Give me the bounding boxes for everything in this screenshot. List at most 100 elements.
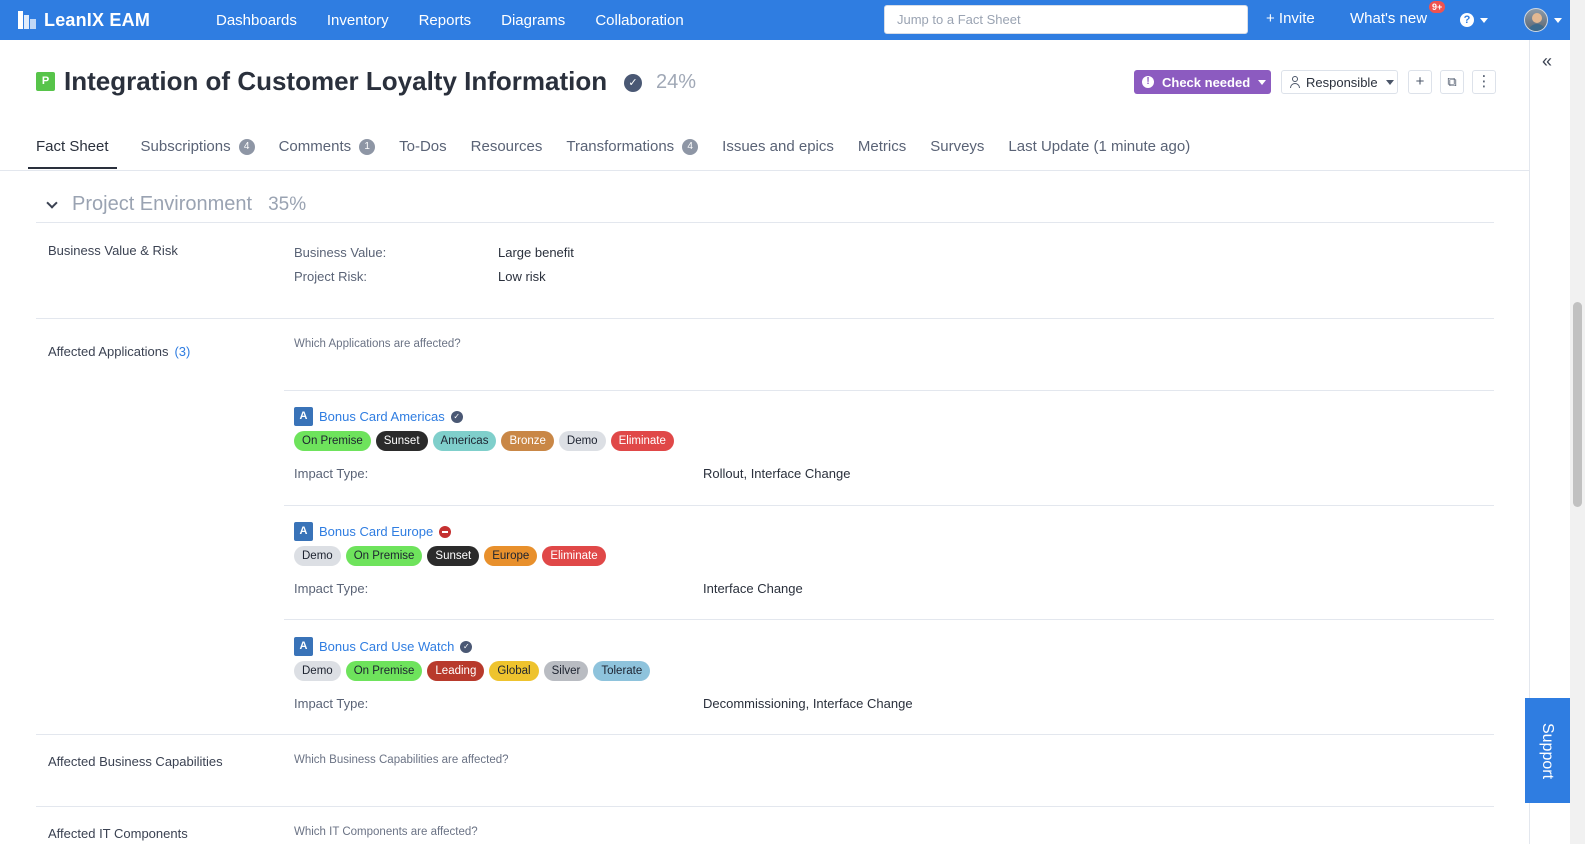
tag: Global [489,661,539,681]
nav-reports[interactable]: Reports [419,12,472,29]
scrollbar[interactable] [1570,0,1585,844]
tab-label: Issues and epics [722,138,834,155]
tab-comments[interactable]: Comments 1 [279,124,376,170]
section-title: Project Environment [72,193,253,215]
business-value-risk-label: Business Value & Risk [48,243,178,258]
tag: Eliminate [542,546,606,566]
avatar [1524,8,1548,32]
tag: Eliminate [610,431,674,451]
scrollbar-thumb[interactable] [1573,302,1582,507]
application-type-icon: A [294,637,313,656]
divider [284,505,1494,506]
impact-type-label: Impact Type: [294,581,369,596]
tab-count-badge: 4 [682,139,699,155]
section-project-environment-header[interactable]: Project Environment 35% [44,193,306,216]
divider [36,222,1494,223]
tag-list: On Premise Sunset Americas Bronze Demo E… [294,431,679,451]
tag: Demo [558,431,606,451]
nav-diagrams[interactable]: Diagrams [501,12,565,29]
tag: Sunset [427,546,480,566]
list-item: A Bonus Card Use Watch ✓ [294,637,473,656]
invite-button[interactable]: + Invite [1266,10,1315,27]
add-button[interactable]: + [1408,70,1432,94]
application-link[interactable]: Bonus Card Americas [319,409,445,424]
user-menu-button[interactable] [1524,8,1562,32]
tag: Demo [294,661,341,681]
blocked-icon [439,525,452,538]
tab-bar: Fact Sheet Subscriptions 4 Comments 1 To-D… [28,124,1214,170]
tag: On Premise [345,546,423,566]
fact-sheet-search-input[interactable]: Jump to a Fact Sheet [884,5,1248,34]
application-link[interactable]: Bonus Card Europe [319,524,433,539]
tab-metrics[interactable]: Metrics [858,124,906,170]
nav-collaboration[interactable]: Collaboration [595,12,683,29]
chevron-down-icon [1480,17,1488,23]
business-value-label: Business Value: [294,245,387,260]
tab-fact-sheet[interactable]: Fact Sheet [28,124,117,170]
whats-new-count-badge: 9+ [1429,1,1446,13]
chevron-down-icon [1385,79,1394,85]
nav-dashboards[interactable]: Dashboards [216,12,297,29]
tab-surveys[interactable]: Surveys [930,124,984,170]
copy-button[interactable]: ⧉ [1440,70,1464,94]
verified-check-icon: ✓ [460,640,473,653]
whats-new-button[interactable]: What's new [1350,10,1427,27]
more-options-button[interactable]: ⋮ [1472,70,1496,94]
help-menu-button[interactable]: ? [1460,11,1490,29]
divider [36,318,1494,319]
impact-type-label: Impact Type: [294,696,369,711]
responsible-button[interactable]: Responsible [1281,70,1398,94]
impact-type-label: Impact Type: [294,466,369,481]
tab-count-badge: 4 [238,139,255,155]
support-label: Support [1539,722,1557,779]
tabs-divider [0,170,1529,171]
affected-applications-question[interactable]: Which Applications are affected? [294,338,461,350]
completion-percentage: 24% [656,71,697,93]
impact-type-value[interactable]: Interface Change [703,581,803,596]
top-navigation-bar: LeanIX EAM Dashboards Inventory Reports … [0,0,1570,40]
affected-applications-count[interactable]: (3) [174,344,190,359]
responsible-label: Responsible [1306,74,1378,90]
verified-check-icon: ✓ [450,410,463,423]
tab-subscriptions[interactable]: Subscriptions 4 [141,124,255,170]
tab-last-update[interactable]: Last Update (1 minute ago) [1008,124,1190,170]
brand-name: LeanIX EAM [44,9,151,30]
chevron-down-icon [1554,17,1562,23]
impact-type-value[interactable]: Rollout, Interface Change [703,466,850,481]
brand[interactable]: LeanIX EAM [18,10,216,31]
tag-list: Demo On Premise Sunset Europe Eliminate [294,546,611,566]
tag: Tolerate [593,661,651,681]
tab-label: Surveys [930,138,985,155]
tab-count-badge: 1 [359,139,376,155]
tag: Demo [294,546,341,566]
affected-applications-title: Affected Applications [48,344,169,359]
check-needed-button[interactable]: ! Check needed [1134,70,1271,94]
section-completion: 35% [268,193,307,215]
list-item: A Bonus Card Europe [294,522,452,541]
affected-business-capabilities-label: Affected Business Capabilities [48,754,223,769]
tab-todos[interactable]: To-Dos [399,124,447,170]
tab-resources[interactable]: Resources [471,124,543,170]
impact-type-value[interactable]: Decommissioning, Interface Change [703,696,913,711]
person-icon [1290,76,1300,88]
tab-label: To-Dos [399,138,447,155]
affected-it-components-question[interactable]: Which IT Components are affected? [294,826,478,838]
check-needed-label: Check needed [1162,74,1251,90]
support-button[interactable]: Support [1525,698,1570,803]
divider [36,734,1494,735]
tab-issues-and-epics[interactable]: Issues and epics [722,124,834,170]
business-value-value[interactable]: Large benefit [498,245,574,260]
application-link[interactable]: Bonus Card Use Watch [319,639,454,654]
tab-label: Resources [470,138,543,155]
tab-transformations[interactable]: Transformations 4 [566,124,699,170]
tab-label: Comments [278,138,352,155]
project-risk-value[interactable]: Low risk [498,269,546,284]
affected-business-capabilities-question[interactable]: Which Business Capabilities are affected… [294,754,509,766]
nav-inventory[interactable]: Inventory [327,12,389,29]
collapse-panel-icon[interactable]: « [1542,51,1552,72]
tab-label: Last Update (1 minute ago) [1008,138,1191,155]
project-risk-label: Project Risk: [294,269,367,284]
tab-label: Fact Sheet [36,138,109,155]
chevron-down-icon [1258,79,1267,85]
tag: Silver [543,661,589,681]
